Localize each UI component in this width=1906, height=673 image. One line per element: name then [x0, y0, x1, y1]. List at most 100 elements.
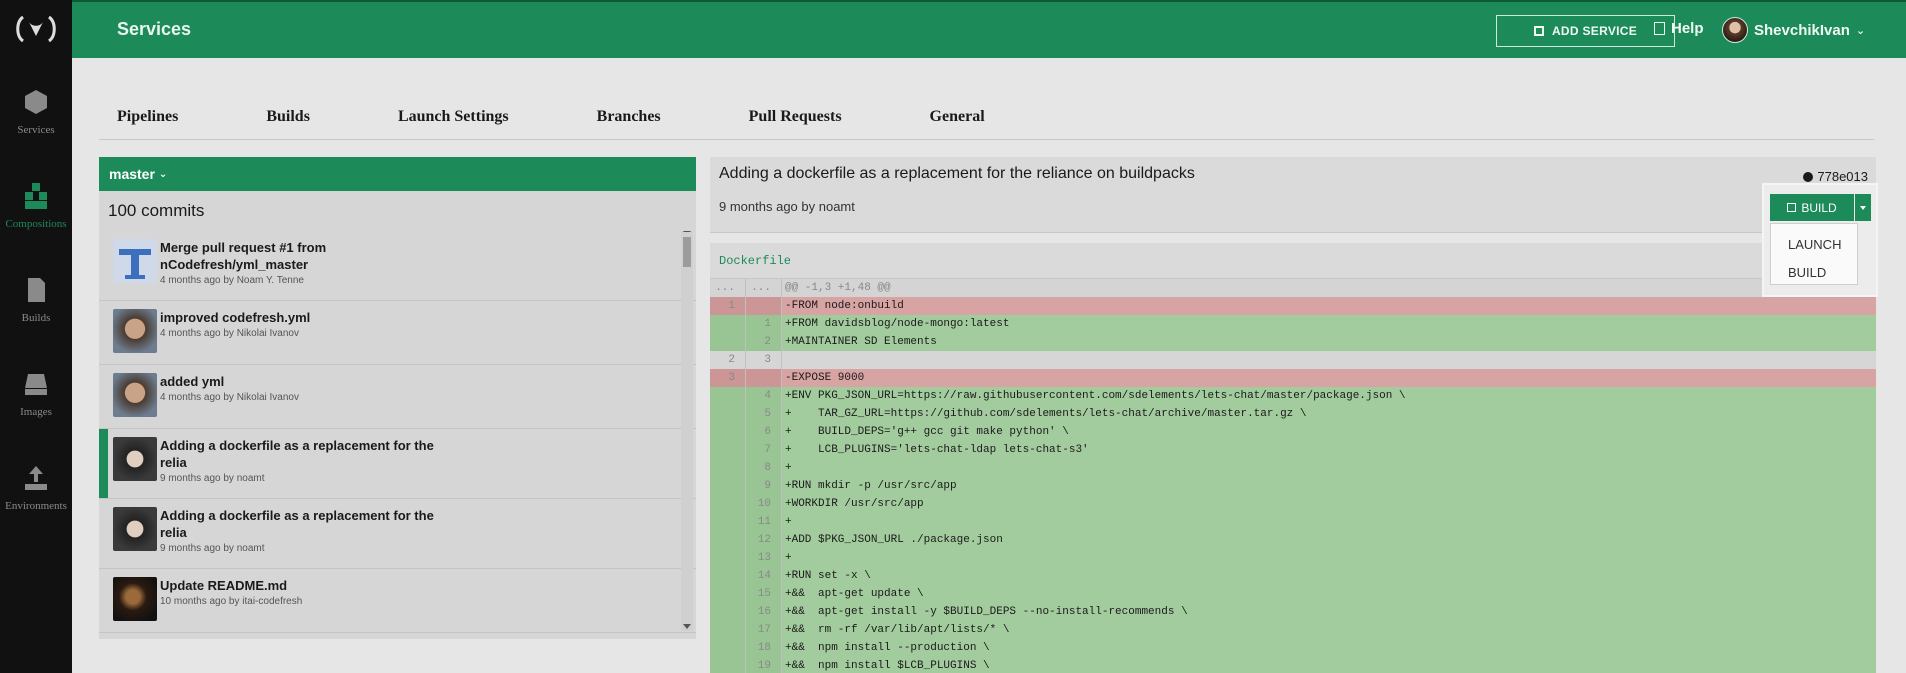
old-line-number: [710, 603, 746, 621]
old-line-number: [710, 639, 746, 657]
list-item[interactable]: Adding a dockerfile as a replacement for…: [99, 499, 696, 569]
diff-code: +&& rm -rf /var/lib/apt/lists/* \: [785, 624, 1010, 636]
commit-message: Update README.md: [160, 578, 288, 593]
diff-line: 14 +RUN set -x \: [710, 567, 1876, 585]
commit-meta: 9 months ago by noamt: [719, 199, 855, 214]
nav-label: Builds: [21, 312, 51, 324]
nav-label: Services: [17, 124, 55, 136]
list-item[interactable]: added yml 4 months ago by Nikolai Ivanov: [99, 365, 696, 429]
old-line-number: [710, 549, 746, 567]
diff-line: 13 +: [710, 549, 1876, 567]
commit-sha-link[interactable]: 778e013: [1803, 169, 1868, 184]
diff-code: + LCB_PLUGINS='lets-chat-ldap lets-chat-…: [785, 444, 1089, 456]
diff-line: 19 +&& npm install $LCB_PLUGINS \: [710, 657, 1876, 673]
scroll-down-icon[interactable]: [683, 624, 691, 629]
diff-line: 7 + LCB_PLUGINS='lets-chat-ldap lets-chat…: [710, 441, 1876, 459]
new-line-number: 3: [746, 351, 782, 369]
build-button[interactable]: BUILD: [1770, 194, 1854, 221]
new-line-number: [746, 369, 782, 387]
add-service-button[interactable]: ADD SERVICE: [1496, 15, 1675, 47]
commit-detail-panel: Adding a dockerfile as a replacement for…: [710, 157, 1876, 673]
old-line-number: 3: [710, 369, 746, 387]
build-menu: LAUNCH BUILD: [1770, 223, 1858, 285]
list-item[interactable]: Update README.md 10 months ago by itai-c…: [99, 569, 696, 633]
new-line-number: 14: [746, 567, 782, 585]
codefresh-logo[interactable]: [0, 0, 72, 58]
help-link[interactable]: Help: [1654, 20, 1704, 37]
tab-pull-requests[interactable]: Pull Requests: [749, 104, 842, 139]
menu-item-build[interactable]: BUILD: [1771, 259, 1857, 287]
commit-avatar: [113, 577, 157, 621]
commit-meta: 4 months ago by Nikolai Ivanov: [160, 392, 299, 403]
commit-message: Adding a dockerfile as a replacement for…: [160, 508, 434, 540]
nav-label: Environments: [5, 500, 67, 512]
old-line-number: [710, 477, 746, 495]
github-icon: [1803, 171, 1814, 182]
avatar: [1722, 17, 1748, 43]
old-line-number: [710, 531, 746, 549]
cube-icon: [1787, 203, 1797, 212]
cube-icon: [25, 90, 47, 114]
diff-view: Dockerfile ...... @@ -1,3 +1,48 @@ 1 -FROM …: [710, 243, 1876, 673]
side-rail: Services Compositions Builds Images Envi…: [0, 0, 72, 673]
old-line-number: [710, 585, 746, 603]
diff-code: + TAR_GZ_URL=https://github.com/sdelemen…: [785, 408, 1307, 420]
commit-message: Adding a dockerfile as a replacement for…: [160, 438, 434, 470]
chevron-down-icon: ⌄: [158, 168, 168, 180]
diff-line: 2 +MAINTAINER SD Elements: [710, 333, 1876, 351]
branch-name: master: [109, 166, 155, 182]
commit-meta: 4 months ago by Nikolai Ivanov: [160, 328, 299, 339]
nav-services[interactable]: Services: [0, 72, 72, 152]
nav-compositions[interactable]: Compositions: [0, 166, 72, 246]
add-service-label: ADD SERVICE: [1551, 24, 1638, 38]
old-line-number: [710, 621, 746, 639]
tab-branches[interactable]: Branches: [597, 104, 661, 139]
diff-file-name: Dockerfile: [710, 243, 1876, 279]
build-dropdown-toggle[interactable]: [1855, 194, 1871, 221]
new-line-number: 11: [746, 513, 782, 531]
diff-line: 5 + TAR_GZ_URL=https://github.com/sdeleme…: [710, 405, 1876, 423]
menu-item-launch[interactable]: LAUNCH: [1771, 231, 1857, 259]
scroll-up-icon[interactable]: [683, 231, 691, 232]
list-item[interactable]: improved codefresh.yml 4 months ago by N…: [99, 301, 696, 365]
list-item[interactable]: Adding a dockerfile as a replacement for…: [99, 429, 696, 499]
list-item[interactable]: Merge pull request #1 from nCodefresh/ym…: [99, 231, 696, 301]
tab-pipelines[interactable]: Pipelines: [117, 104, 178, 139]
diff-code: +&& apt-get install -y $BUILD_DEPS --no-…: [785, 606, 1188, 618]
new-line-number: 16: [746, 603, 782, 621]
commit-list-scrollbar[interactable]: [681, 231, 693, 631]
new-line-number: 9: [746, 477, 782, 495]
commit-message: added yml: [160, 374, 225, 389]
user-menu[interactable]: ShevchikIvan ⌄: [1722, 17, 1865, 43]
nav-images[interactable]: Images: [0, 354, 72, 434]
diff-code: +&& npm install --production \: [785, 642, 990, 654]
tab-builds[interactable]: Builds: [266, 104, 310, 139]
old-line-number: [710, 423, 746, 441]
old-line-number: [710, 513, 746, 531]
build-dropdown-area: BUILD LAUNCH BUILD: [1764, 185, 1876, 295]
service-tabs: Pipelines Builds Launch Settings Branche…: [99, 104, 1874, 140]
new-line-number: 19: [746, 657, 782, 673]
scroll-thumb[interactable]: [683, 237, 691, 267]
branch-selector[interactable]: master ⌄: [99, 157, 696, 191]
diff-line: ...... @@ -1,3 +1,48 @@: [710, 279, 1876, 297]
nav-environments[interactable]: Environments: [0, 448, 72, 528]
diff-line: 23: [710, 351, 1876, 369]
book-icon: [1654, 22, 1665, 35]
document-icon: [28, 278, 45, 302]
box-icon: [1533, 26, 1544, 36]
new-line-number: 17: [746, 621, 782, 639]
tab-general[interactable]: General: [930, 104, 985, 139]
new-line-number: 15: [746, 585, 782, 603]
diff-line: 3 -EXPOSE 9000: [710, 369, 1876, 387]
nav-builds[interactable]: Builds: [0, 260, 72, 340]
commit-message: improved codefresh.yml: [160, 310, 311, 325]
diff-line: 9 +RUN mkdir -p /usr/src/app: [710, 477, 1876, 495]
commit-avatar: [113, 507, 157, 551]
cubes-icon: [25, 183, 47, 209]
tab-launch-settings[interactable]: Launch Settings: [398, 104, 509, 139]
chevron-down-icon: ⌄: [1855, 24, 1866, 37]
diff-code: +ADD $PKG_JSON_URL ./package.json: [785, 534, 1003, 546]
commit-meta: 10 months ago by itai-codefresh: [160, 596, 303, 607]
diff-code: +RUN set -x \: [785, 570, 871, 582]
